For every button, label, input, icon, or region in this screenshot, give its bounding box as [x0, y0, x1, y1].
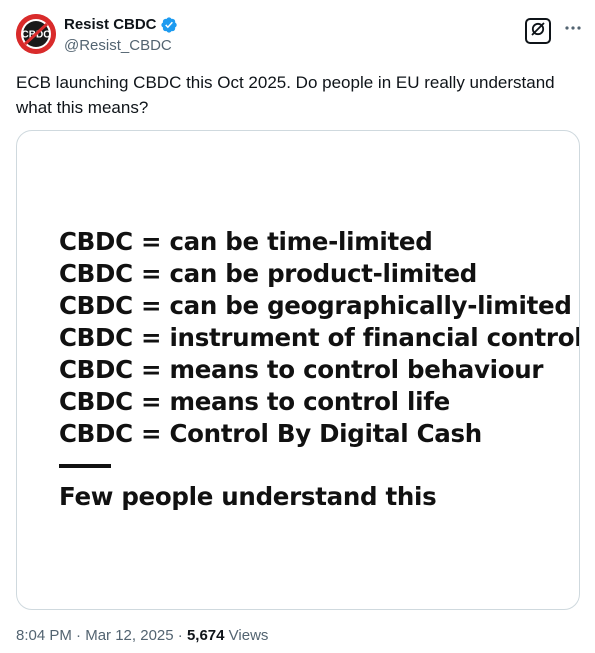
media-lines: CBDC = can be time-limited CBDC = can be…: [59, 226, 580, 450]
author-handle[interactable]: @Resist_CBDC: [64, 37, 172, 55]
views-count[interactable]: 5,674: [187, 627, 225, 644]
verified-badge-icon: [160, 16, 178, 34]
media-image[interactable]: CBDC = can be time-limited CBDC = can be…: [16, 130, 580, 610]
meta-separator: ·: [173, 627, 187, 644]
tweet-date[interactable]: Mar 12, 2025: [85, 627, 173, 644]
tweet-text: ECB launching CBDC this Oct 2025. Do peo…: [16, 73, 555, 117]
views-label: Views: [224, 627, 269, 644]
author-name-row[interactable]: Resist CBDC: [64, 16, 178, 34]
media-line: CBDC = means to control life: [59, 387, 450, 416]
media-divider: [59, 464, 111, 468]
more-options-button[interactable]: [562, 19, 584, 41]
media-line: CBDC = can be time-limited: [59, 227, 433, 256]
avatar[interactable]: CBDC: [16, 14, 56, 54]
tweet-meta: 8:04 PM · Mar 12, 2025 · 5,674 Views: [16, 627, 268, 645]
media-footer: Few people understand this: [59, 482, 437, 511]
media-line: CBDC = instrument of financial control: [59, 323, 580, 352]
media-line: CBDC = can be geographically-limited: [59, 291, 572, 320]
media-line: CBDC = means to control behaviour: [59, 355, 544, 384]
media-line: CBDC = Control By Digital Cash: [59, 419, 482, 448]
tweet: CBDC Resist CBDC @Resist_CBDC: [0, 0, 595, 653]
meta-separator: ·: [71, 627, 86, 644]
more-dots-icon: [564, 19, 582, 42]
grok-icon: [530, 21, 546, 42]
grok-button[interactable]: [525, 18, 551, 44]
tweet-time[interactable]: 8:04 PM: [16, 627, 72, 644]
author-display-name[interactable]: Resist CBDC: [64, 16, 157, 34]
media-line: CBDC = can be product-limited: [59, 259, 477, 288]
